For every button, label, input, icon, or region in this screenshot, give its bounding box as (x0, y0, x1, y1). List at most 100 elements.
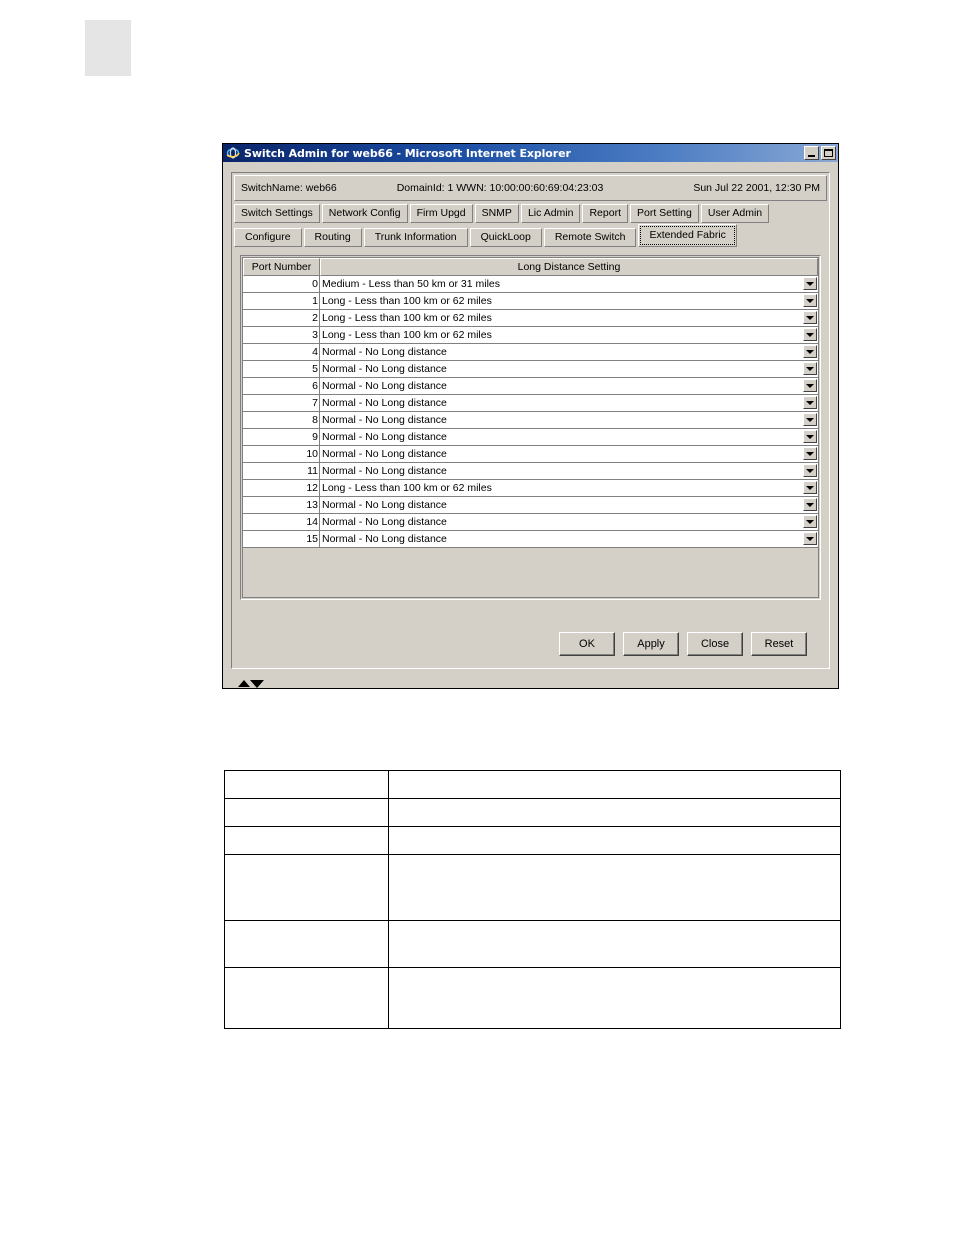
chevron-down-icon[interactable] (803, 413, 817, 426)
tab-quickloop[interactable]: QuickLoop (469, 228, 542, 247)
cell-long-distance-setting[interactable]: Normal - No Long distance (320, 412, 818, 428)
table-row[interactable]: 7 Normal - No Long distance (243, 395, 818, 412)
maximize-button[interactable] (821, 146, 836, 160)
chevron-down-icon[interactable] (803, 294, 817, 307)
chevron-down-icon[interactable] (803, 379, 817, 392)
scrollbar-arrows-artifact[interactable] (238, 680, 264, 690)
chevron-down-icon[interactable] (803, 362, 817, 375)
cell-long-distance-setting[interactable]: Long - Less than 100 km or 62 miles (320, 293, 818, 309)
chevron-down-icon[interactable] (803, 515, 817, 528)
document-table-cell-left (224, 967, 389, 1029)
minimize-button[interactable] (804, 146, 819, 160)
column-header-long-distance-setting[interactable]: Long Distance Setting (320, 258, 818, 276)
cell-long-distance-setting[interactable]: Normal - No Long distance (320, 497, 818, 513)
tab-user-admin[interactable]: User Admin (700, 204, 770, 223)
tab-port-setting[interactable]: Port Setting (629, 204, 699, 223)
cell-long-distance-setting[interactable]: Long - Less than 100 km or 62 miles (320, 327, 818, 343)
cell-long-distance-setting[interactable]: Normal - No Long distance (320, 378, 818, 394)
cell-long-distance-setting[interactable]: Normal - No Long distance (320, 361, 818, 377)
chevron-down-icon[interactable] (803, 481, 817, 494)
table-row[interactable]: 10 Normal - No Long distance (243, 446, 818, 463)
chevron-down-icon[interactable] (803, 345, 817, 358)
cell-port-number: 12 (243, 480, 320, 496)
document-table-row (224, 770, 842, 799)
column-header-port-number[interactable]: Port Number (243, 258, 320, 276)
cell-long-distance-setting[interactable]: Normal - No Long distance (320, 395, 818, 411)
tab-snmp[interactable]: SNMP (474, 204, 519, 223)
close-button[interactable]: Close (687, 632, 743, 656)
document-table-cell-left (224, 920, 389, 968)
window-titlebar[interactable]: Switch Admin for web66 - Microsoft Inter… (223, 144, 838, 162)
cell-long-distance-setting[interactable]: Normal - No Long distance (320, 514, 818, 530)
chevron-down-icon[interactable] (803, 430, 817, 443)
cell-long-distance-setting[interactable]: Normal - No Long distance (320, 463, 818, 479)
document-table-row (224, 798, 842, 827)
cell-long-distance-setting[interactable]: Long - Less than 100 km or 62 miles (320, 480, 818, 496)
tab-firm-upgd[interactable]: Firm Upgd (409, 204, 473, 223)
table-row[interactable]: 6 Normal - No Long distance (243, 378, 818, 395)
table-row[interactable]: 3 Long - Less than 100 km or 62 miles (243, 327, 818, 344)
ok-button[interactable]: OK (559, 632, 615, 656)
long-distance-table: Port Number Long Distance Setting 0 Mediu… (242, 257, 819, 598)
table-row[interactable]: 15 Normal - No Long distance (243, 531, 818, 548)
cell-long-distance-setting[interactable]: Normal - No Long distance (320, 531, 818, 547)
table-row[interactable]: 9 Normal - No Long distance (243, 429, 818, 446)
chevron-down-icon[interactable] (803, 498, 817, 511)
document-table-cell-right (387, 920, 842, 968)
scroll-down-icon[interactable] (250, 680, 264, 688)
document-table-cell-left (224, 770, 389, 799)
chevron-down-icon[interactable] (803, 328, 817, 341)
long-distance-value: Normal - No Long distance (322, 363, 447, 375)
cell-long-distance-setting[interactable]: Normal - No Long distance (320, 344, 818, 360)
cell-long-distance-setting[interactable]: Normal - No Long distance (320, 429, 818, 445)
chevron-down-icon[interactable] (803, 277, 817, 290)
table-row[interactable]: 8 Normal - No Long distance (243, 412, 818, 429)
table-row[interactable]: 4 Normal - No Long distance (243, 344, 818, 361)
tab-report[interactable]: Report (582, 204, 628, 223)
switch-admin-window: Switch Admin for web66 - Microsoft Inter… (222, 143, 839, 689)
cell-long-distance-setting[interactable]: Normal - No Long distance (320, 446, 818, 462)
scroll-up-icon[interactable] (238, 680, 250, 687)
document-table-cell-right (387, 854, 842, 921)
tab-lic-admin[interactable]: Lic Admin (520, 204, 581, 223)
table-row[interactable]: 1 Long - Less than 100 km or 62 miles (243, 293, 818, 310)
internet-explorer-icon (226, 146, 240, 160)
document-table-cell-left (224, 826, 389, 855)
switch-info-bar: SwitchName: web66 DomainId: 1 WWN: 10:00… (234, 175, 827, 201)
tab-network-config[interactable]: Network Config (321, 204, 408, 223)
tab-remote-switch[interactable]: Remote Switch (543, 228, 637, 247)
long-distance-value: Normal - No Long distance (322, 380, 447, 392)
table-row[interactable]: 0 Medium - Less than 50 km or 31 miles (243, 276, 818, 293)
tab-routing[interactable]: Routing (303, 228, 362, 247)
tab-trunk-information[interactable]: Trunk Information (363, 228, 468, 247)
tab-switch-settings[interactable]: Switch Settings (234, 204, 320, 223)
chevron-down-icon[interactable] (803, 396, 817, 409)
table-row[interactable]: 11 Normal - No Long distance (243, 463, 818, 480)
tab-extended-fabric[interactable]: Extended Fabric (638, 224, 737, 247)
long-distance-value: Normal - No Long distance (322, 431, 447, 443)
cell-port-number: 5 (243, 361, 320, 377)
table-row[interactable]: 2 Long - Less than 100 km or 62 miles (243, 310, 818, 327)
chevron-down-icon[interactable] (803, 311, 817, 324)
cell-port-number: 7 (243, 395, 320, 411)
chevron-down-icon[interactable] (803, 532, 817, 545)
long-distance-value: Normal - No Long distance (322, 533, 447, 545)
long-distance-value: Normal - No Long distance (322, 397, 447, 409)
table-row[interactable]: 12 Long - Less than 100 km or 62 miles (243, 480, 818, 497)
apply-button[interactable]: Apply (623, 632, 679, 656)
tab-configure[interactable]: Configure (234, 228, 302, 247)
cell-long-distance-setting[interactable]: Long - Less than 100 km or 62 miles (320, 310, 818, 326)
cell-port-number: 14 (243, 514, 320, 530)
chevron-down-icon[interactable] (803, 447, 817, 460)
table-row[interactable]: 5 Normal - No Long distance (243, 361, 818, 378)
dialog-button-bar: OK Apply Close Reset (232, 632, 829, 656)
cell-long-distance-setting[interactable]: Medium - Less than 50 km or 31 miles (320, 276, 818, 292)
cell-port-number: 2 (243, 310, 320, 326)
chevron-down-icon[interactable] (803, 464, 817, 477)
cell-port-number: 8 (243, 412, 320, 428)
window-title: Switch Admin for web66 - Microsoft Inter… (244, 146, 571, 160)
table-row[interactable]: 13 Normal - No Long distance (243, 497, 818, 514)
long-distance-value: Long - Less than 100 km or 62 miles (322, 295, 492, 307)
table-row[interactable]: 14 Normal - No Long distance (243, 514, 818, 531)
reset-button[interactable]: Reset (751, 632, 807, 656)
